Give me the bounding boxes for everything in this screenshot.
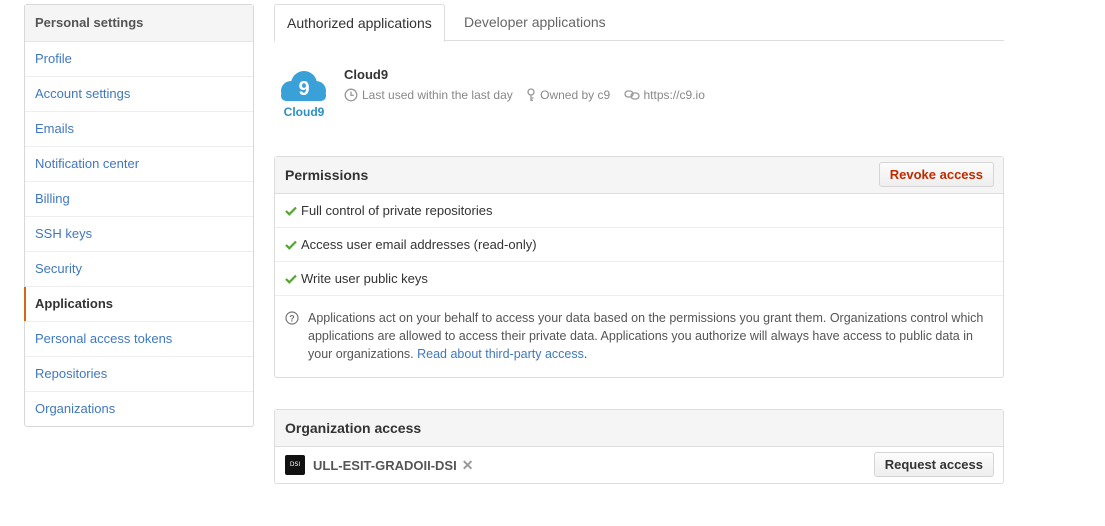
sidebar-item-billing[interactable]: Billing	[25, 182, 253, 217]
sidebar-item-emails[interactable]: Emails	[25, 112, 253, 147]
third-party-access-link[interactable]: Read about third-party access	[417, 347, 584, 361]
check-icon	[285, 240, 297, 250]
permissions-header: Permissions Revoke access	[275, 157, 1003, 194]
org-avatar: DSI	[285, 455, 305, 475]
last-used-text: Last used within the last day	[362, 88, 513, 102]
sidebar-heading: Personal settings	[25, 5, 253, 42]
permission-item: Write user public keys	[275, 262, 1003, 296]
svg-text:Cloud9: Cloud9	[284, 105, 325, 119]
owner: Owned by c9	[526, 88, 610, 102]
key-icon	[527, 88, 535, 101]
org-name[interactable]: ULL-ESIT-GRADOII-DSI	[313, 458, 457, 473]
sidebar-item-account-settings[interactable]: Account settings	[25, 77, 253, 112]
sidebar-item-repositories[interactable]: Repositories	[25, 357, 253, 392]
permission-item: Full control of private repositories	[275, 194, 1003, 228]
application-tabs: Authorized applications Developer applic…	[274, 4, 1004, 42]
sidebar-item-security[interactable]: Security	[25, 252, 253, 287]
app-meta: Last used within the last day Owned by c…	[344, 88, 715, 105]
sidebar-item-personal-access-tokens[interactable]: Personal access tokens	[25, 322, 253, 357]
cloud9-logo: 9 Cloud9	[277, 70, 331, 120]
organization-access-title: Organization access	[285, 420, 422, 436]
revoke-access-button[interactable]: Revoke access	[878, 162, 994, 187]
permissions-note: ? Applications act on your behalf to acc…	[275, 296, 1003, 377]
app-url[interactable]: https://c9.io	[623, 88, 705, 102]
check-icon	[285, 274, 297, 284]
permission-item: Access user email addresses (read-only)	[275, 228, 1003, 262]
note-text: Applications act on your behalf to acces…	[308, 311, 984, 361]
clock-icon	[344, 88, 358, 102]
svg-text:?: ?	[289, 314, 295, 324]
organization-access-header: Organization access	[275, 410, 1003, 447]
question-icon: ?	[285, 311, 299, 325]
settings-sidebar: Personal settings Profile Account settin…	[24, 4, 254, 427]
svg-text:9: 9	[298, 78, 309, 100]
last-used: Last used within the last day	[344, 88, 513, 102]
permission-text: Access user email addresses (read-only)	[301, 237, 537, 252]
permissions-title: Permissions	[285, 167, 369, 183]
check-icon	[285, 206, 297, 216]
permissions-box: Permissions Revoke access Full control o…	[274, 156, 1004, 378]
owner-text: Owned by c9	[540, 88, 611, 102]
sidebar-item-notification-center[interactable]: Notification center	[25, 147, 253, 182]
organization-access-box: Organization access DSI ULL-ESIT-GRADOII…	[274, 409, 1004, 484]
organization-row: DSI ULL-ESIT-GRADOII-DSI ✕ Request acces…	[275, 447, 1003, 483]
denied-x-icon: ✕	[461, 456, 474, 473]
app-url-text[interactable]: https://c9.io	[644, 88, 705, 102]
tab-developer-applications[interactable]: Developer applications	[452, 4, 618, 40]
permission-text: Write user public keys	[301, 271, 428, 286]
request-access-button[interactable]: Request access	[873, 452, 994, 477]
sidebar-item-applications[interactable]: Applications	[24, 287, 253, 322]
sidebar-item-profile[interactable]: Profile	[25, 42, 253, 77]
link-icon	[623, 90, 640, 100]
sidebar-item-ssh-keys[interactable]: SSH keys	[25, 217, 253, 252]
note-end: .	[583, 347, 588, 361]
permission-text: Full control of private repositories	[301, 203, 493, 218]
tab-authorized-applications[interactable]: Authorized applications	[274, 4, 445, 42]
app-name[interactable]: Cloud9	[344, 67, 388, 82]
sidebar-item-organizations[interactable]: Organizations	[25, 392, 253, 426]
